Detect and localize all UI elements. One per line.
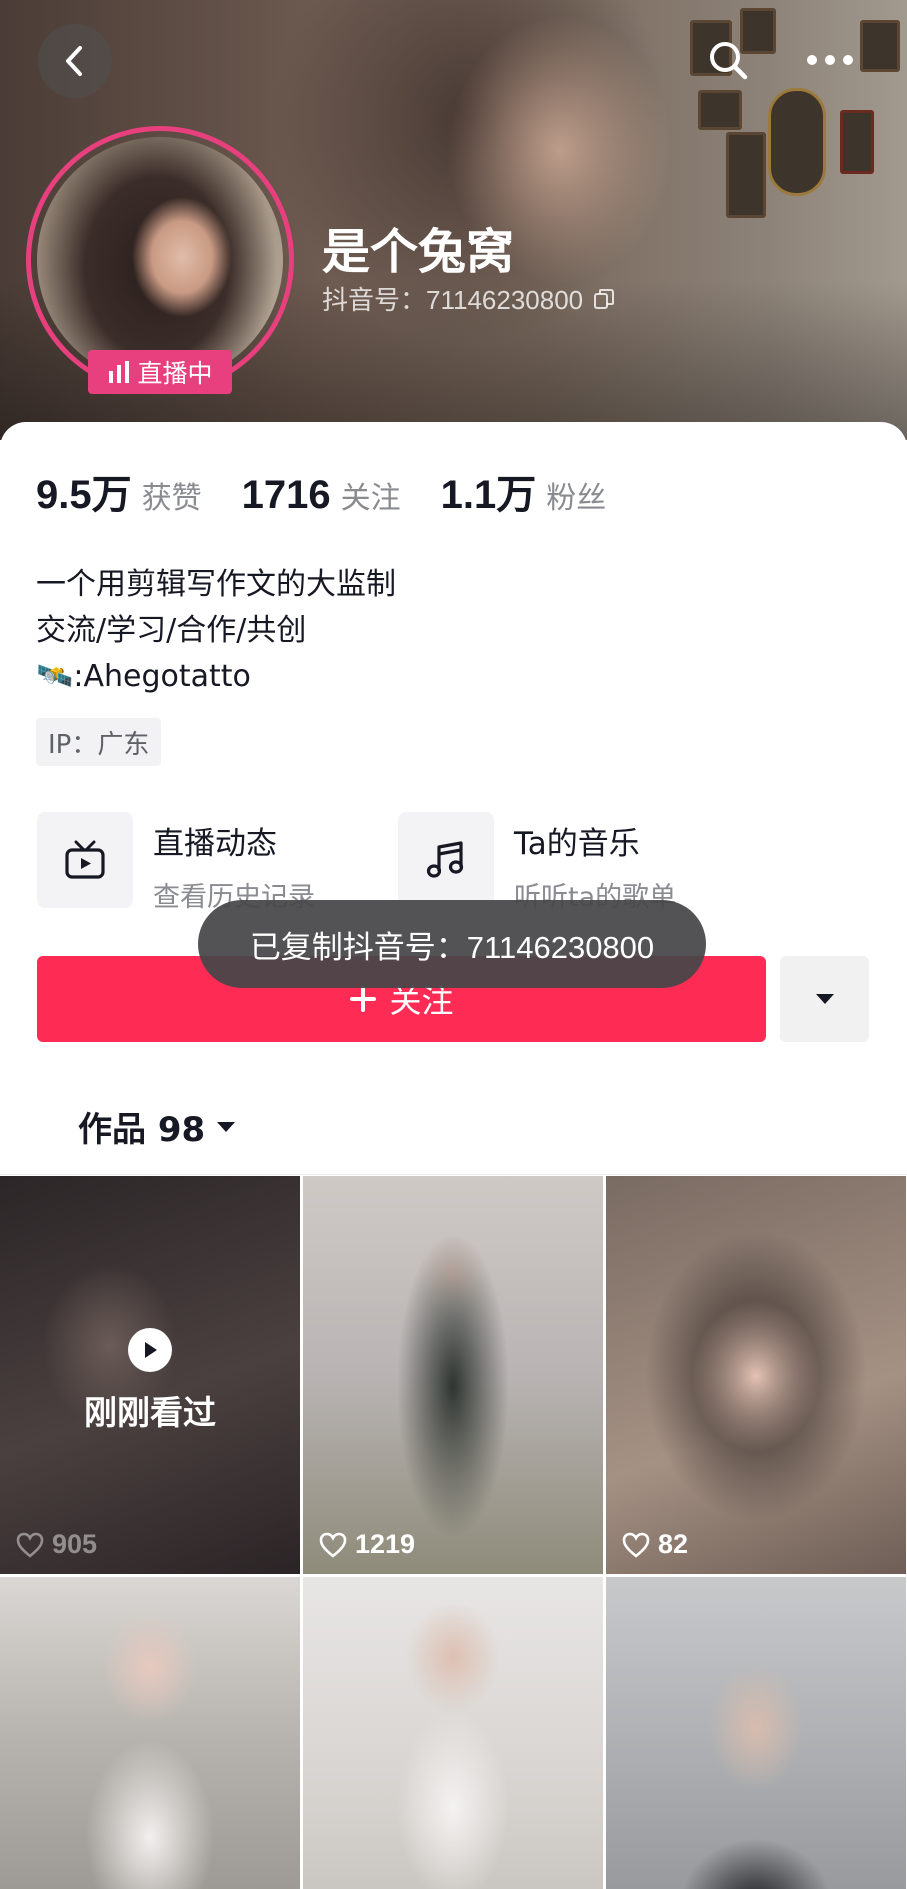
plus-icon [350, 986, 377, 1012]
more-dots-icon [807, 55, 853, 65]
heart-icon [16, 1532, 44, 1558]
tab-divider [0, 1174, 907, 1175]
wall-frame [840, 110, 874, 174]
bio-line-1: 一个用剪辑写作文的大监制 [36, 567, 396, 602]
feature-title: 直播动态 [153, 826, 277, 862]
wall-frame [726, 132, 766, 218]
avatar[interactable] [37, 137, 283, 383]
heart-icon [622, 1532, 650, 1558]
recently-watched-label: 刚刚看过 [84, 1393, 216, 1432]
following-count: 1716 [241, 473, 331, 517]
stat-following[interactable]: 1716 关注 [242, 473, 401, 518]
feature-music[interactable]: Ta的音乐 听听ta的歌单 [398, 812, 676, 914]
recommend-dropdown-button[interactable] [780, 956, 869, 1042]
live-bars-icon [109, 361, 130, 383]
video-tile[interactable] [606, 1577, 906, 1889]
satellite-emoji: 🛰️ [36, 659, 74, 694]
video-tile[interactable] [0, 1577, 300, 1889]
account-id-text: 抖音号：71146230800 [322, 285, 584, 315]
feature-icon-box [398, 812, 494, 908]
search-icon [710, 42, 748, 80]
like-count-text: 1219 [355, 1529, 416, 1559]
tab-works[interactable]: 作品 98 [78, 1102, 237, 1151]
likes-count: 9.5万 [36, 473, 132, 517]
copy-toast: 已复制抖音号：71146230800 [198, 900, 706, 988]
video-like-count: 82 [622, 1529, 688, 1560]
like-count-text: 905 [52, 1529, 98, 1559]
stat-likes[interactable]: 9.5万 获赞 [36, 462, 202, 520]
wall-frame [860, 20, 900, 72]
bio-line-3-text: :Ahegotatto [73, 659, 251, 694]
heart-icon [319, 1532, 347, 1558]
likes-label: 获赞 [141, 481, 202, 516]
ip-location-tag: IP：广东 [36, 718, 162, 766]
music-note-icon [426, 841, 464, 878]
profile-bio: 一个用剪辑写作文的大监制 交流/学习/合作/共创 🛰️:Ahegotatto [36, 562, 396, 700]
video-tile[interactable] [303, 1577, 603, 1889]
account-id-row[interactable]: 抖音号：71146230800 [322, 280, 615, 317]
video-like-count: 905 [16, 1529, 97, 1560]
followers-label: 粉丝 [546, 481, 607, 516]
caret-down-icon [815, 994, 834, 1004]
like-count-text: 82 [658, 1529, 689, 1559]
recently-watched-overlay: 刚刚看过 [0, 1328, 300, 1434]
search-button[interactable] [698, 30, 758, 90]
video-tile[interactable]: 1219 [303, 1176, 603, 1574]
tab-works-label: 作品 98 [78, 1110, 206, 1150]
wall-frame [768, 88, 826, 196]
bio-line-3: 🛰️:Ahegotatto [36, 654, 396, 700]
stats-row: 9.5万 获赞 1716 关注 1.1万 粉丝 [36, 462, 606, 520]
stat-followers[interactable]: 1.1万 粉丝 [441, 462, 607, 520]
following-label: 关注 [340, 481, 401, 516]
feature-title: Ta的音乐 [514, 826, 640, 862]
feature-live-history[interactable]: 直播动态 查看历史记录 [37, 812, 315, 914]
bio-line-2: 交流/学习/合作/共创 [36, 613, 307, 648]
wall-frame [698, 90, 742, 130]
caret-down-icon [217, 1121, 236, 1132]
back-button[interactable] [38, 24, 112, 98]
live-badge[interactable]: 直播中 [88, 350, 232, 394]
copy-icon[interactable] [593, 288, 615, 310]
profile-nickname: 是个兔窝 [322, 224, 515, 280]
more-options-button[interactable] [800, 30, 860, 90]
feature-icon-box [37, 812, 133, 908]
followers-count: 1.1万 [440, 473, 537, 517]
video-tile[interactable]: 刚刚看过 905 [0, 1176, 300, 1574]
tv-icon [65, 840, 105, 879]
chevron-left-icon [66, 46, 82, 76]
video-tile[interactable]: 82 [606, 1176, 906, 1574]
video-like-count: 1219 [319, 1529, 415, 1560]
play-icon [128, 1328, 172, 1372]
video-grid: 刚刚看过 905 1219 82 [0, 1176, 907, 1889]
live-badge-label: 直播中 [137, 360, 213, 388]
